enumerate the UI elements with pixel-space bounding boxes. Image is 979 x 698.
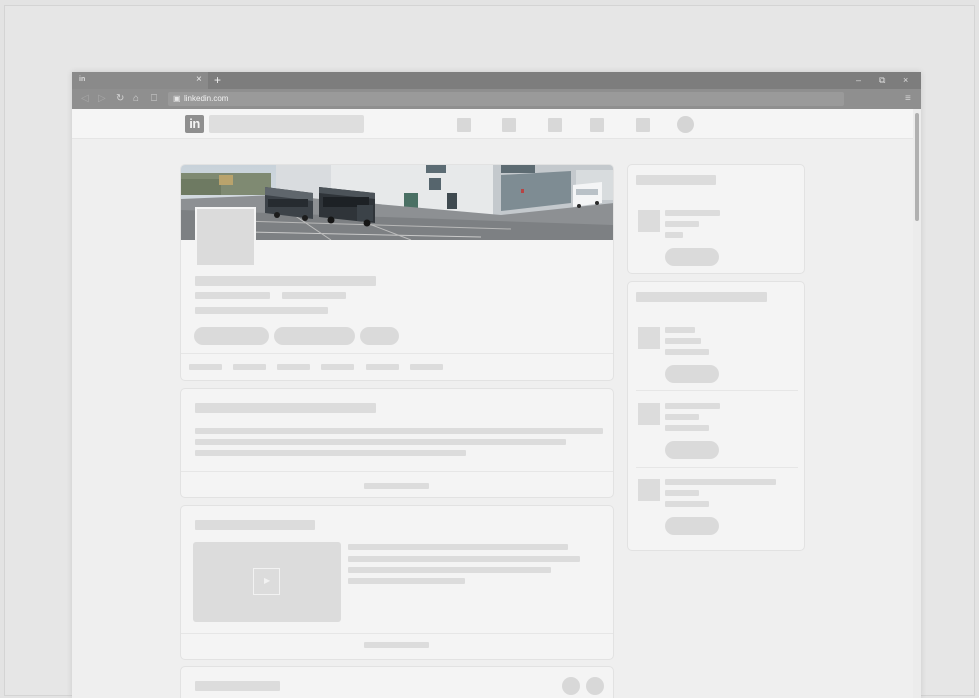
window-close-icon[interactable]: ×	[903, 73, 908, 87]
video-text-line	[348, 556, 580, 562]
people-divider	[636, 467, 798, 468]
address-bar: ◁ ▷ ↻ ⌂ ⎕ ▣ linkedin.com ≡	[72, 89, 921, 109]
play-icon[interactable]: ▶	[253, 568, 280, 595]
profile-connections-placeholder	[195, 307, 328, 314]
person-line	[665, 349, 709, 355]
activity-card	[180, 666, 614, 698]
people-divider	[636, 390, 798, 391]
restore-icon[interactable]: ⧉	[879, 73, 885, 87]
nav-jobs-icon[interactable]	[548, 118, 562, 132]
linkedin-header: in	[72, 109, 913, 139]
about-show-more-link[interactable]	[364, 483, 429, 489]
about-text-line	[195, 450, 466, 456]
tab-close-icon[interactable]: ×	[196, 74, 202, 86]
bookmark-icon[interactable]: ⎕	[151, 92, 157, 106]
featured-show-more-link[interactable]	[364, 642, 429, 648]
sidebar-item-line	[665, 221, 699, 227]
person-line	[665, 414, 699, 420]
profile-headline-placeholder	[195, 292, 270, 299]
minimize-icon[interactable]: –	[856, 73, 861, 87]
people-card	[627, 281, 805, 551]
featured-card: ▶	[180, 505, 614, 660]
forward-icon[interactable]: ▷	[98, 92, 106, 106]
person-line	[665, 501, 709, 507]
featured-title-placeholder	[195, 520, 315, 530]
video-text-line	[348, 567, 551, 573]
person-line	[665, 479, 776, 485]
profile-divider	[181, 353, 613, 354]
profile-tab[interactable]	[321, 364, 354, 370]
linkedin-logo[interactable]: in	[185, 115, 204, 133]
person-avatar[interactable]	[638, 327, 660, 349]
about-title-placeholder	[195, 403, 376, 413]
about-card	[180, 388, 614, 498]
person-line	[665, 425, 709, 431]
secondary-action-button[interactable]	[274, 327, 355, 345]
reload-icon[interactable]: ↻	[116, 92, 124, 106]
profile-avatar-placeholder[interactable]	[195, 207, 256, 267]
sidebar-follow-button[interactable]	[665, 248, 719, 266]
profile-tab[interactable]	[366, 364, 399, 370]
page-viewport: in ▶	[72, 109, 921, 698]
about-text-line	[195, 439, 566, 445]
url-field[interactable]: ▣ linkedin.com	[168, 92, 844, 106]
search-input-placeholder[interactable]	[209, 115, 364, 133]
person-connect-button[interactable]	[665, 441, 719, 459]
person-connect-button[interactable]	[665, 517, 719, 535]
person-connect-button[interactable]	[665, 365, 719, 383]
about-divider	[181, 471, 613, 472]
person-line	[665, 338, 701, 344]
action-circle-button[interactable]	[586, 677, 604, 695]
action-circle-button[interactable]	[562, 677, 580, 695]
profile-location-placeholder	[282, 292, 346, 299]
profile-tab[interactable]	[189, 364, 222, 370]
person-avatar[interactable]	[638, 403, 660, 425]
video-thumbnail[interactable]: ▶	[193, 542, 341, 622]
home-icon[interactable]: ⌂	[133, 92, 139, 106]
featured-divider	[181, 633, 613, 634]
profile-tab[interactable]	[233, 364, 266, 370]
url-text: linkedin.com	[184, 94, 229, 103]
primary-action-button[interactable]	[194, 327, 269, 345]
scrollbar-thumb[interactable]	[915, 113, 919, 221]
browser-tab[interactable]: in ×	[72, 72, 208, 89]
nav-avatar[interactable]	[677, 116, 694, 133]
person-line	[665, 403, 720, 409]
nav-home-icon[interactable]	[457, 118, 471, 132]
profile-name-placeholder	[195, 276, 376, 286]
people-card-title-placeholder	[636, 292, 767, 302]
about-text-line	[195, 428, 603, 434]
activity-title-placeholder	[195, 681, 280, 691]
nav-network-icon[interactable]	[502, 118, 516, 132]
profile-card	[180, 164, 614, 381]
nav-messaging-icon[interactable]	[590, 118, 604, 132]
tab-bar: in × + – ⧉ ×	[72, 72, 921, 89]
video-text-line	[348, 578, 465, 584]
sidebar-card-title-placeholder	[636, 175, 716, 185]
sidebar-card	[627, 164, 805, 274]
sidebar-item-image[interactable]	[638, 210, 660, 232]
person-line	[665, 327, 695, 333]
sidebar-item-line	[665, 210, 720, 216]
profile-tab[interactable]	[410, 364, 443, 370]
video-text-line	[348, 544, 568, 550]
person-line	[665, 490, 699, 496]
lock-icon: ▣	[173, 94, 181, 103]
profile-tab[interactable]	[277, 364, 310, 370]
more-button[interactable]	[360, 327, 399, 345]
browser-window: in × + – ⧉ × ◁ ▷ ↻ ⌂ ⎕ ▣ linkedin.com ≡ …	[72, 72, 921, 698]
linkedin-favicon-icon: in	[79, 76, 86, 83]
back-icon[interactable]: ◁	[81, 92, 89, 106]
person-avatar[interactable]	[638, 479, 660, 501]
nav-notifications-icon[interactable]	[636, 118, 650, 132]
new-tab-icon[interactable]: +	[214, 73, 221, 87]
sidebar-item-line	[665, 232, 683, 238]
browser-menu-icon[interactable]: ≡	[905, 92, 911, 106]
